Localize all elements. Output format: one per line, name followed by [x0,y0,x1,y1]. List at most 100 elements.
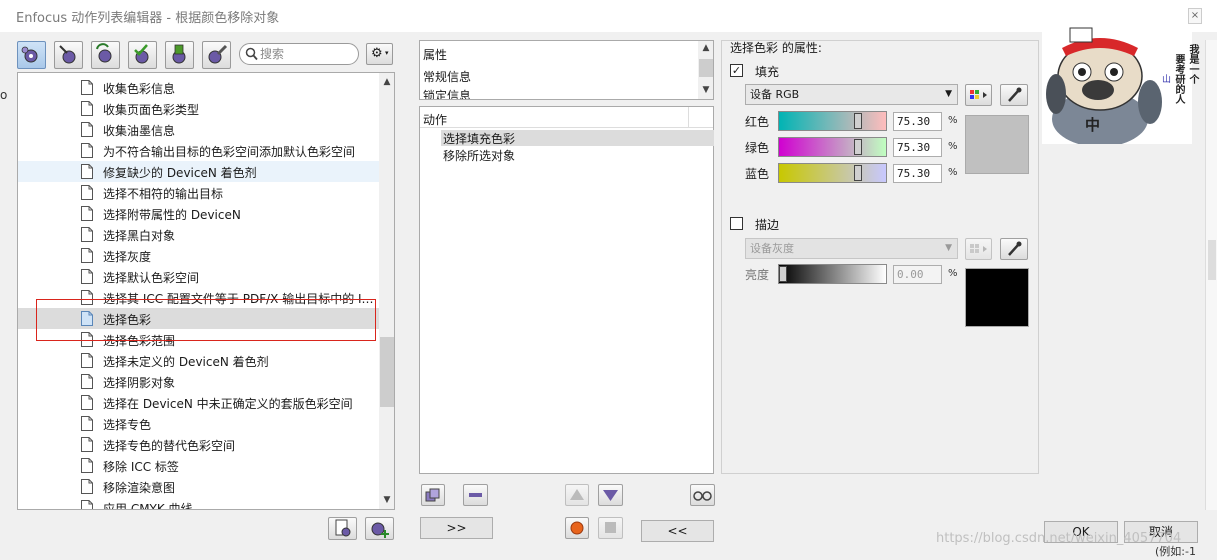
green-value-input[interactable]: 75.30 [893,138,942,157]
action-list-item-label: 选择阴影对象 [103,376,176,390]
action-list-item[interactable]: 移除渲染意图 [18,476,380,497]
blue-slider[interactable] [778,163,887,183]
toolbar-tools-button[interactable] [202,41,231,69]
stroke-checkbox[interactable] [730,217,743,230]
green-slider[interactable] [778,137,887,157]
properties-item[interactable]: 属性 [423,46,447,63]
action-list-item[interactable]: 为不符合输出目标的色彩空间添加默认色彩空间 [18,140,380,161]
fill-color-space-value: 设备 RGB [750,88,800,101]
slider-thumb[interactable] [854,165,862,181]
fill-checkbox[interactable]: ✓ [730,64,743,77]
run-button[interactable] [565,517,589,539]
fill-eyedropper-button[interactable] [1000,84,1028,106]
scrollbar-thumb[interactable] [699,59,713,77]
action-list-item[interactable]: 收集色彩信息 [18,77,380,98]
properties-scrollbar[interactable]: ▲ ▼ [698,41,713,99]
action-list-item[interactable]: 收集油墨信息 [18,119,380,140]
slider-thumb[interactable] [779,266,787,282]
action-list-item[interactable]: 选择黑白对象 [18,224,380,245]
eyedropper-icon [1008,241,1022,256]
action-list-item[interactable]: 选择灰度 [18,245,380,266]
selected-actions-panel: 动作 选择填充色彩 移除所选对象 [419,106,714,474]
action-list-item-label: 移除 ICC 标签 [103,460,179,474]
toolbar-all-actions-button[interactable] [17,41,46,69]
search-input[interactable] [260,46,354,62]
action-list-item[interactable]: 选择未定义的 DeviceN 着色剂 [18,350,380,371]
move-up-button[interactable] [565,484,589,506]
scroll-up-arrow[interactable]: ▲ [379,77,394,87]
add-action-button[interactable] [328,517,357,540]
color-grid-icon [970,90,987,99]
add-to-actions-button[interactable]: >> [420,517,493,539]
action-list: 收集色彩信息收集页面色彩类型 收集油墨信息为不符合输出目标的色彩空间添加默认色彩空… [17,72,395,510]
new-action-button[interactable] [365,517,394,540]
scroll-down-arrow[interactable]: ▼ [379,495,394,505]
remove-from-actions-button[interactable]: << [641,520,714,542]
preview-button[interactable] [690,484,715,506]
pug-sticker-illustration: 山 [1042,24,1192,147]
toolbar-info-button[interactable] [165,41,194,69]
toolbar-fix-button[interactable] [91,41,120,69]
action-list-item-label: 收集页面色彩类型 [103,103,200,117]
action-list-item[interactable]: 应用 CMYK 曲线 [18,497,380,509]
scrollbar-thumb[interactable] [1208,240,1216,280]
action-list-item[interactable]: 选择阴影对象 [18,371,380,392]
percent-sign: % [948,141,958,152]
gear-wand-icon [59,45,76,64]
fill-swatch-picker-button[interactable] [965,84,992,106]
stroke-eyedropper-button[interactable] [1000,238,1028,260]
document-icon [81,206,93,221]
stroke-color-space-value: 设备灰度 [750,242,794,255]
chevron-down-icon: ▾ [385,49,389,57]
close-button[interactable]: × [1188,8,1202,24]
action-list-item[interactable]: 选择专色的替代色彩空间 [18,434,380,455]
outer-scrollbar[interactable] [1205,40,1217,510]
stroke-swatch-picker-button[interactable] [965,238,992,260]
action-list-item[interactable]: 选择默认色彩空间 [18,266,380,287]
move-down-button[interactable] [598,484,623,506]
slider-thumb[interactable] [854,113,862,129]
properties-item[interactable]: 常规信息 [423,68,471,85]
toolbar-wand-button[interactable] [54,41,83,69]
action-list-item-label: 修复缺少的 DeviceN 着色剂 [103,166,257,180]
scroll-up-arrow[interactable]: ▲ [698,43,713,53]
action-list-item[interactable]: 选择在 DeviceN 中未正确定义的套版色彩空间 [18,392,380,413]
scrollbar-thumb[interactable] [380,337,394,407]
scroll-down-arrow[interactable]: ▼ [698,85,713,95]
action-list-item-label: 选择默认色彩空间 [103,271,200,285]
blue-value-input[interactable]: 75.30 [893,164,942,183]
glasses-icon [693,491,712,501]
slider-thumb[interactable] [854,139,862,155]
stroke-color-space-select[interactable]: 设备灰度 ▼ [745,238,958,259]
brightness-value-input[interactable]: 0.00 [893,265,942,284]
search-box[interactable] [239,43,359,65]
brightness-slider[interactable] [778,264,887,284]
action-list-item-label: 选择不相符的输出目标 [103,187,224,201]
toolbar-check-button[interactable] [128,41,157,69]
fill-color-preview [965,115,1029,174]
action-list-item[interactable]: 移除 ICC 标签 [18,455,380,476]
action-list-item[interactable]: 修复缺少的 DeviceN 着色剂 [18,161,380,182]
eyedropper-icon [1008,87,1022,102]
blue-channel-label: 蓝色 [745,167,770,181]
action-list-item[interactable]: 收集页面色彩类型 [18,98,380,119]
action-item[interactable]: 选择填充色彩 [443,130,515,147]
duplicate-button[interactable] [421,484,445,506]
fill-color-space-select[interactable]: 设备 RGB ▼ [745,84,958,105]
action-list-item[interactable]: 选择附带属性的 DeviceN [18,203,380,224]
action-list-item[interactable]: 选择专色 [18,413,380,434]
window-title: Enfocus 动作列表编辑器 - 根据颜色移除对象 [16,11,280,26]
action-list-item-label: 选择未定义的 DeviceN 着色剂 [103,355,269,369]
green-channel-label: 绿色 [745,141,770,155]
stop-button[interactable] [598,517,623,539]
properties-item[interactable]: 锁定信息 [423,87,471,99]
remove-button[interactable] [463,484,488,506]
action-list-item[interactable]: 选择不相符的输出目标 [18,182,380,203]
copy-icon [425,488,440,502]
red-slider[interactable] [778,111,887,131]
red-value-input[interactable]: 75.30 [893,112,942,131]
settings-dropdown-button[interactable]: ⚙ ▾ [366,43,393,65]
action-list-item-label: 收集油墨信息 [103,124,176,138]
list-scrollbar[interactable]: ▲ ▼ [379,73,394,509]
action-item[interactable]: 移除所选对象 [443,147,515,164]
